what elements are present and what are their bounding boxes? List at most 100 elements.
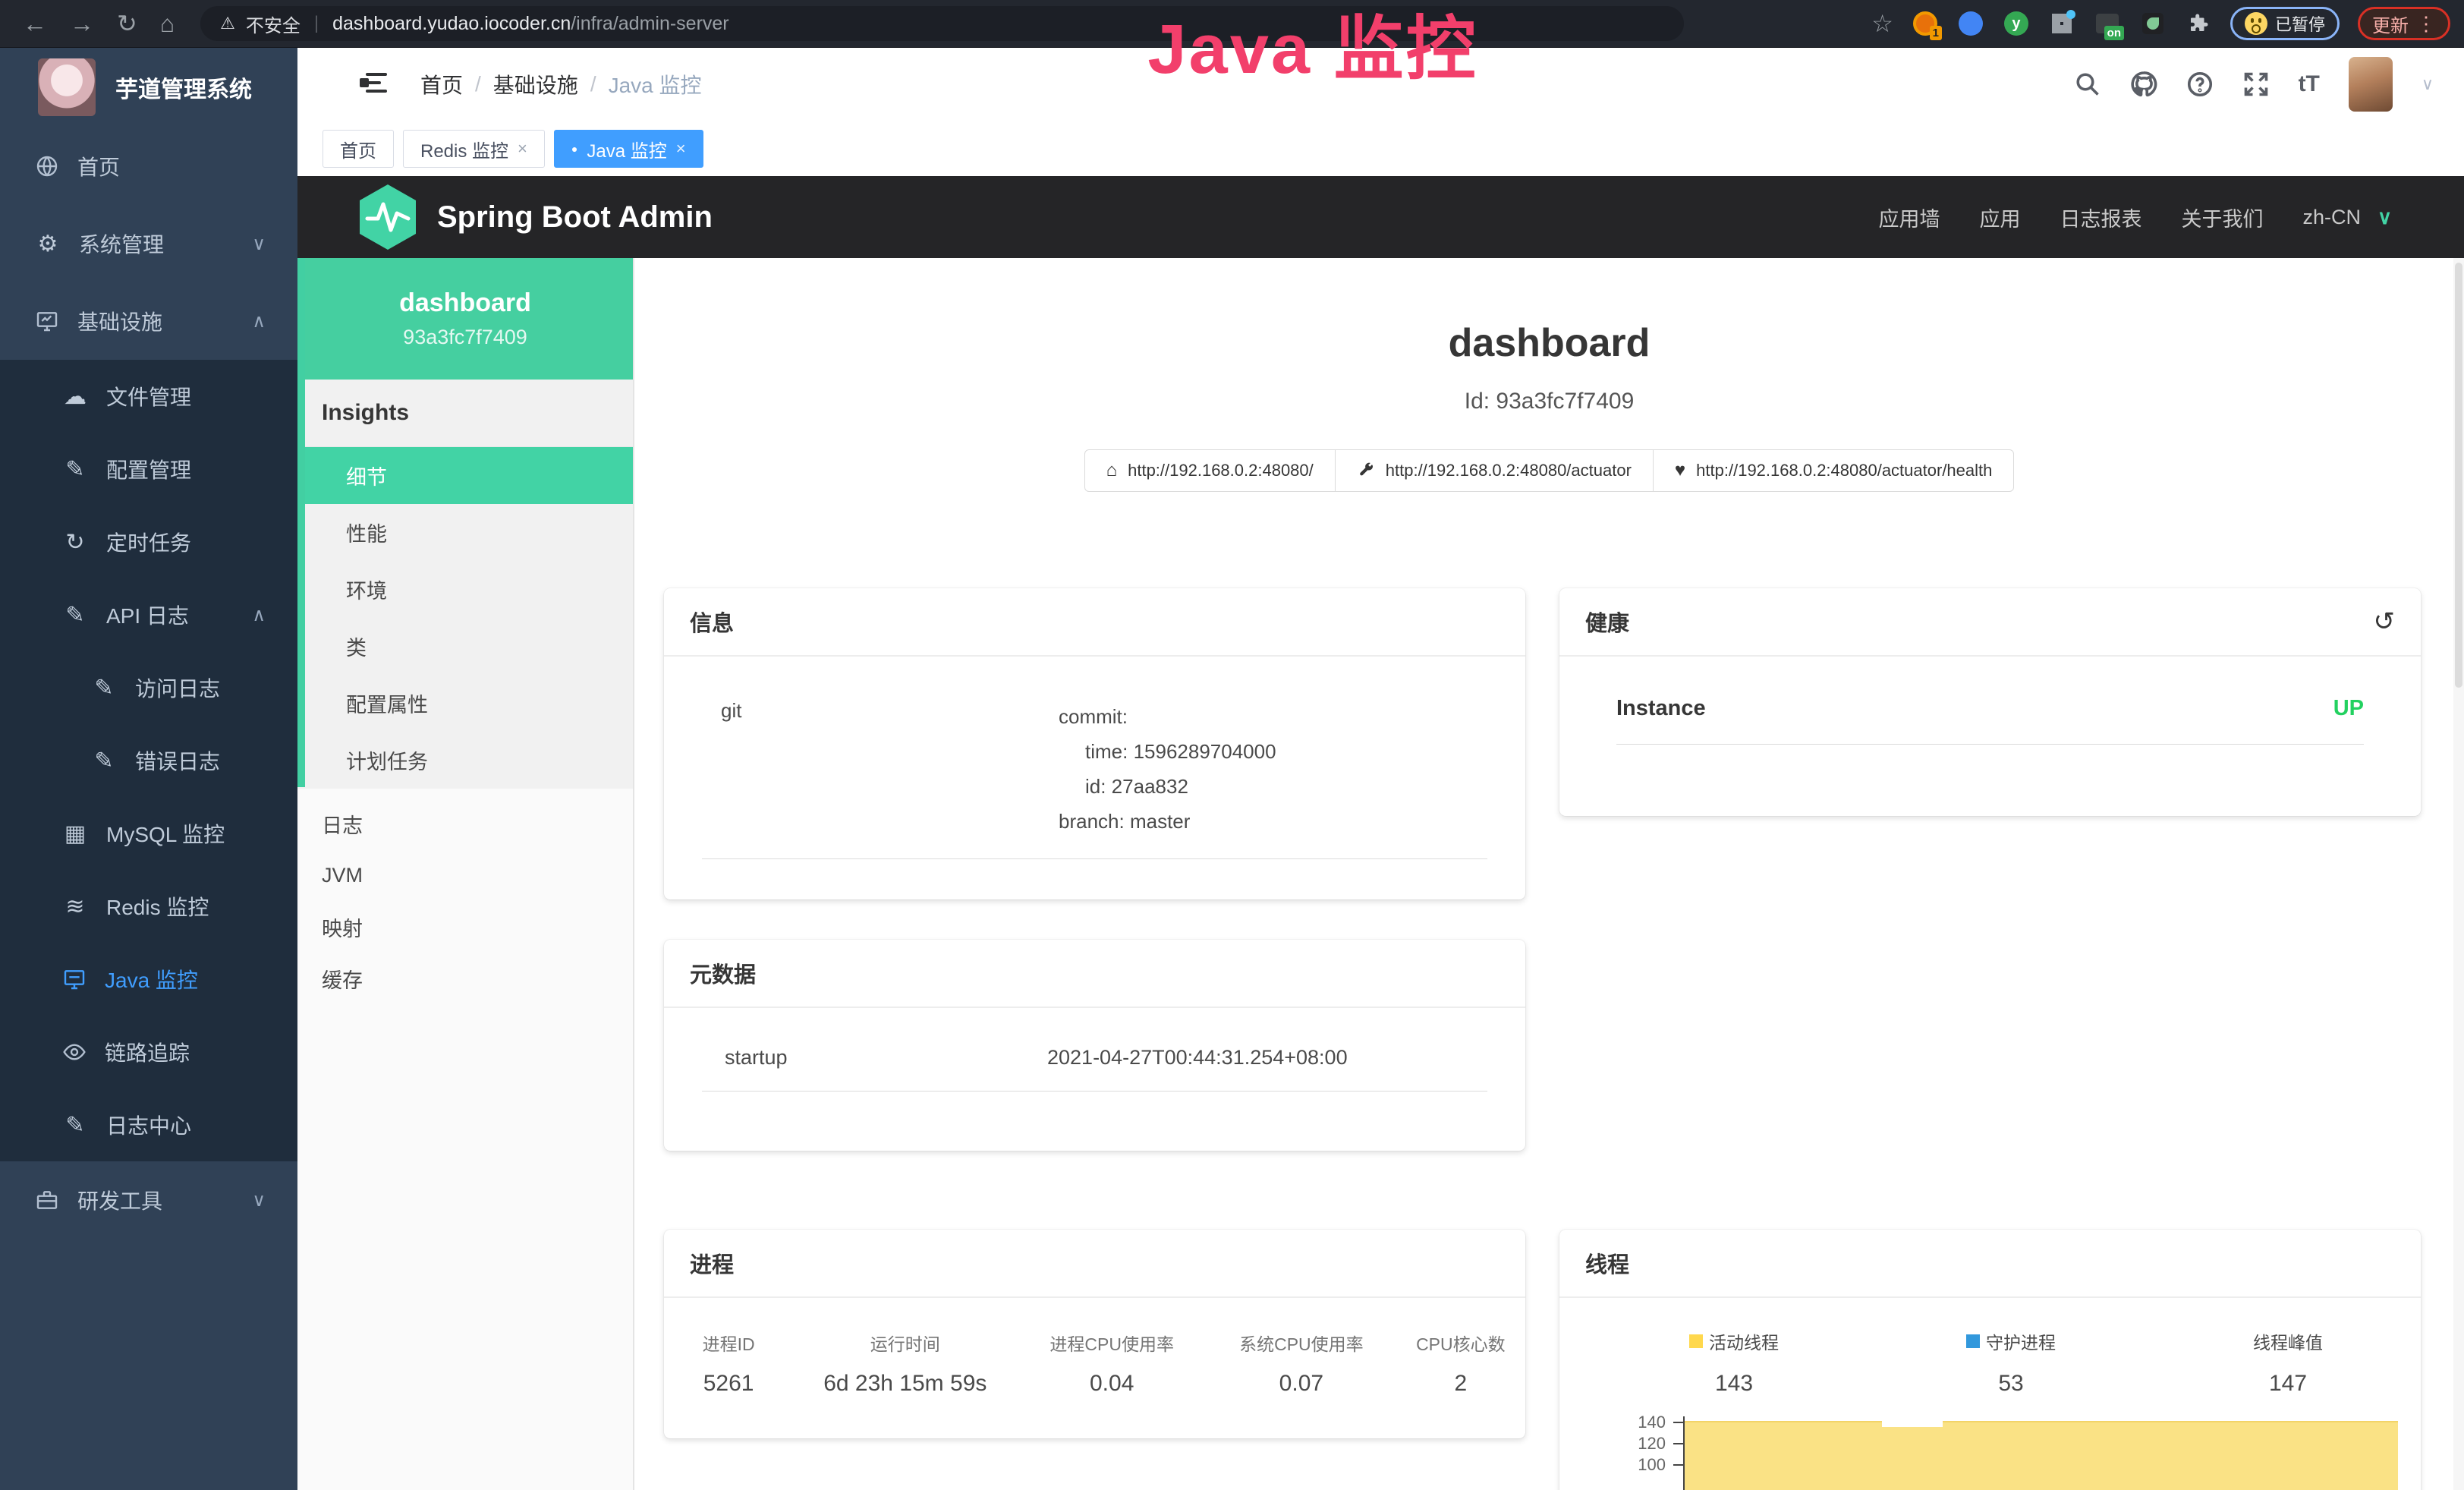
- legend-label: 活动线程: [1709, 1328, 1779, 1354]
- github-icon[interactable]: [2130, 71, 2157, 98]
- threads-legend: 活动线程 143 守护进程 53 线程峰值 147: [1559, 1328, 2421, 1397]
- sba-nav-journal[interactable]: 日志报表: [2060, 203, 2141, 232]
- heart-icon: ♥: [1675, 460, 1685, 481]
- avatar-caret-icon[interactable]: ∨: [2422, 74, 2434, 94]
- sidebar-item-config-manage[interactable]: ✎ 配置管理: [0, 433, 297, 506]
- extension-on-badge-icon[interactable]: on: [2094, 10, 2121, 37]
- insights-section-label[interactable]: Insights: [297, 380, 633, 447]
- breadcrumb-item[interactable]: 基础设施: [493, 69, 578, 99]
- user-avatar[interactable]: [2349, 57, 2393, 112]
- browser-profile-chip[interactable]: 已暂停: [2230, 7, 2340, 40]
- sba-menu-details[interactable]: 细节: [297, 447, 633, 504]
- live-threads-area: [1685, 1421, 2398, 1490]
- close-icon[interactable]: ×: [676, 139, 686, 159]
- metadata-card: 元数据 startup 2021-04-27T00:44:31.254+08:0…: [664, 940, 1525, 1151]
- sba-menu-logs[interactable]: 日志: [297, 798, 633, 849]
- sidebar-item-dev-tools[interactable]: 研发工具 ∨: [0, 1161, 297, 1239]
- content-scrollbar[interactable]: [2453, 258, 2464, 1490]
- instance-link-group: ⌂ http://192.168.0.2:48080/ http://192.1…: [634, 449, 2464, 492]
- tab-redis-monitor[interactable]: Redis 监控 ×: [403, 130, 545, 168]
- browser-forward-icon[interactable]: →: [70, 0, 94, 47]
- process-table-header-row: 进程ID 运行时间 进程CPU使用率 系统CPU使用率 CPU核心数: [664, 1330, 1525, 1356]
- y-tick: [1673, 1443, 1683, 1444]
- sidebar-item-java-monitor[interactable]: Java 监控: [0, 943, 297, 1016]
- browser-update-button[interactable]: 更新 ⋮: [2358, 7, 2450, 40]
- info-row-git: git commit: time: 1596289704000 id: 27aa…: [702, 699, 1487, 859]
- sidebar-collapse-icon[interactable]: [360, 68, 392, 99]
- history-icon: ↻: [62, 529, 88, 556]
- chevron-down-icon: ∨: [252, 1189, 266, 1211]
- fullscreen-icon[interactable]: [2242, 71, 2270, 98]
- history-icon[interactable]: ↺: [2374, 606, 2396, 637]
- tab-java-monitor[interactable]: ● Java 监控 ×: [554, 130, 703, 168]
- sba-menu-mappings[interactable]: 映射: [297, 901, 633, 953]
- extension-orange-icon[interactable]: 1: [1912, 10, 1939, 37]
- extension-y-green-icon[interactable]: y: [2003, 10, 2030, 37]
- sidebar-item-home[interactable]: 首页: [0, 128, 297, 205]
- sidebar-item-tracing[interactable]: 链路追踪: [0, 1016, 297, 1088]
- close-icon[interactable]: ×: [518, 139, 527, 159]
- sidebar-item-access-log[interactable]: ✎ 访问日志: [0, 651, 297, 724]
- edit-icon: ✎: [91, 675, 117, 701]
- url-host: dashboard.yudao.iocoder.cn: [332, 13, 571, 34]
- sba-nav-applications[interactable]: 应用: [1979, 203, 2020, 232]
- edit-icon: ✎: [91, 748, 117, 774]
- tags-view-bar: 首页 Redis 监控 × ● Java 监控 ×: [297, 121, 2464, 176]
- sidebar-item-infra[interactable]: 基础设施 ∧: [0, 282, 297, 360]
- area-dip: [1882, 1419, 1943, 1427]
- health-url-button[interactable]: ♥ http://192.168.0.2:48080/actuator/heal…: [1653, 449, 2014, 492]
- sba-menu-jvm[interactable]: JVM: [297, 849, 633, 901]
- sba-menu-config-props[interactable]: 配置属性: [297, 675, 633, 732]
- sba-menu-metrics[interactable]: 性能: [297, 504, 633, 561]
- url-path: /infra/admin-server: [571, 13, 729, 34]
- health-row-label: Instance: [1616, 696, 1706, 721]
- monitor-icon: [35, 309, 59, 333]
- sidebar-item-scheduled-jobs[interactable]: ↻ 定时任务: [0, 506, 297, 578]
- screen: ← → ↻ ⌂ ⚠ 不安全 | dashboard.yudao.iocoder.…: [0, 0, 2464, 1490]
- app-logo-row[interactable]: 芋道管理系统: [0, 47, 297, 128]
- extension-pin-blue-icon[interactable]: [1957, 10, 1984, 37]
- sidebar-item-system[interactable]: ⚙ 系统管理 ∨: [0, 205, 297, 282]
- extension-grid-icon[interactable]: [2048, 10, 2075, 37]
- extension-on-label: on: [2104, 26, 2124, 40]
- cloud-upload-icon: ☁: [62, 383, 88, 410]
- sidebar-item-file-manage[interactable]: ☁ 文件管理: [0, 360, 297, 433]
- tab-home[interactable]: 首页: [323, 130, 394, 168]
- sba-menu-environment[interactable]: 环境: [297, 561, 633, 618]
- actuator-url-button[interactable]: http://192.168.0.2:48080/actuator: [1335, 449, 1654, 492]
- sba-instance-header[interactable]: dashboard 93a3fc7f7409: [297, 258, 633, 380]
- extension-leaf-icon[interactable]: [2139, 10, 2167, 37]
- sba-nav-about[interactable]: 关于我们: [2181, 203, 2263, 232]
- browser-back-icon[interactable]: ←: [23, 0, 47, 47]
- table-icon: ▦: [62, 821, 88, 847]
- y-tick-label: 100: [1605, 1455, 1666, 1475]
- sba-locale-select[interactable]: zh-CN: [2302, 206, 2361, 229]
- browser-reload-icon[interactable]: ↻: [117, 0, 137, 47]
- sidebar-item-label: 链路追踪: [105, 1037, 190, 1067]
- extensions-puzzle-icon[interactable]: [2185, 10, 2212, 37]
- sba-menu-caches[interactable]: 缓存: [297, 953, 633, 1004]
- sidebar-item-redis-monitor[interactable]: ≋ Redis 监控: [0, 870, 297, 943]
- sidebar-item-error-log[interactable]: ✎ 错误日志: [0, 724, 297, 797]
- search-icon[interactable]: [2074, 71, 2101, 98]
- sidebar-item-mysql-monitor[interactable]: ▦ MySQL 监控: [0, 797, 297, 870]
- sba-menu-classes[interactable]: 类: [297, 618, 633, 675]
- sba-logo[interactable]: [357, 183, 419, 251]
- sba-menu-scheduled-tasks[interactable]: 计划任务: [297, 732, 633, 789]
- app-title: 芋道管理系统: [115, 71, 252, 104]
- git-branch-line: branch: master: [1059, 804, 1276, 839]
- sba-nav-wallboard[interactable]: 应用墙: [1878, 203, 1940, 232]
- browser-home-icon[interactable]: ⌂: [160, 0, 175, 47]
- scrollbar-thumb[interactable]: [2455, 263, 2462, 688]
- service-url-button[interactable]: ⌂ http://192.168.0.2:48080/: [1084, 449, 1336, 492]
- chevron-down-icon[interactable]: ∨: [2377, 206, 2392, 229]
- font-size-icon[interactable]: tT: [2299, 71, 2320, 97]
- help-icon[interactable]: [2186, 71, 2214, 98]
- health-row-instance[interactable]: Instance UP: [1616, 696, 2364, 745]
- process-card-header: 进程: [664, 1230, 1525, 1298]
- breadcrumb-item[interactable]: 首页: [420, 69, 463, 99]
- sidebar-item-log-center[interactable]: ✎ 日志中心: [0, 1088, 297, 1161]
- browser-menu-dots-icon[interactable]: ⋮: [2416, 12, 2436, 36]
- sidebar-item-api-log[interactable]: ✎ API 日志 ∧: [0, 578, 297, 651]
- bookmark-star-icon[interactable]: ☆: [1871, 9, 1893, 38]
